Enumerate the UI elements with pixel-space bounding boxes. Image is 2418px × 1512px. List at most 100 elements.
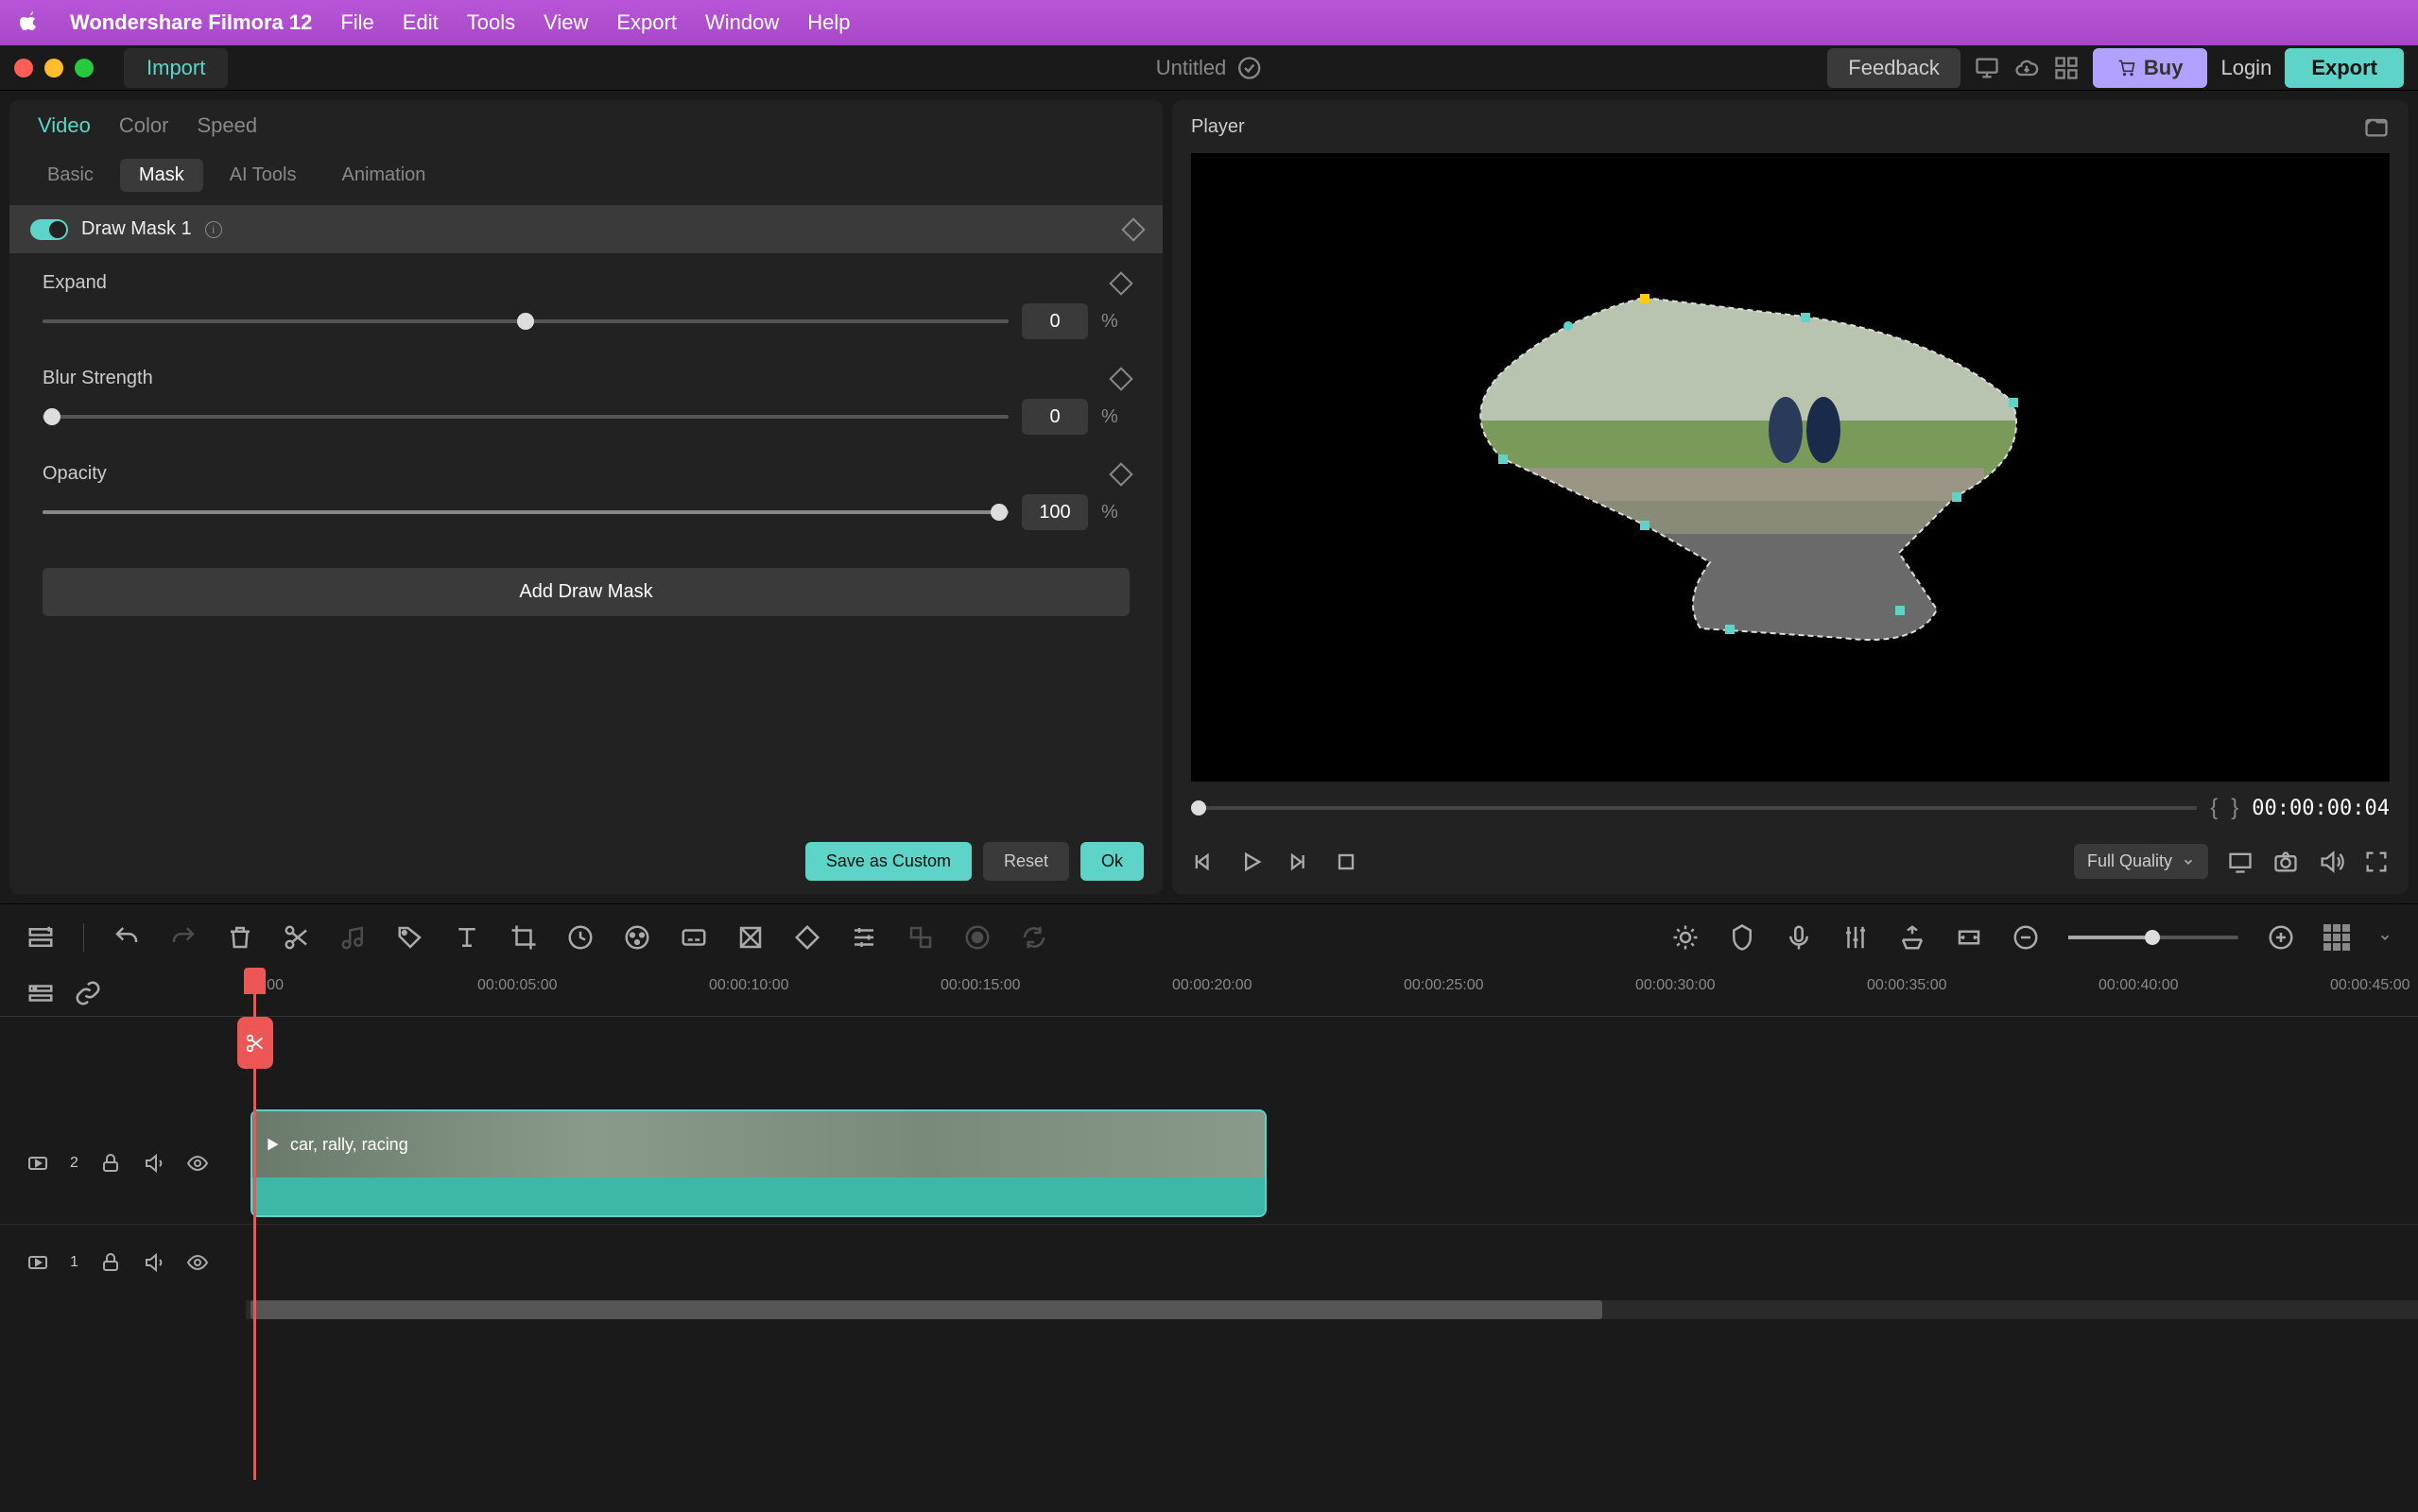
menu-tools[interactable]: Tools	[467, 10, 515, 35]
buy-button[interactable]: Buy	[2093, 48, 2208, 88]
mask-enable-toggle[interactable]	[30, 219, 68, 240]
cloud-icon[interactable]	[2013, 55, 2040, 81]
import-button[interactable]: Import	[124, 48, 228, 88]
blur-value[interactable]: 0	[1022, 399, 1088, 435]
zoom-out-icon[interactable]	[2012, 923, 2040, 952]
expand-value[interactable]: 0	[1022, 303, 1088, 339]
fullscreen-icon[interactable]	[2363, 849, 2390, 875]
login-button[interactable]: Login	[2220, 56, 2271, 80]
export-button[interactable]: Export	[2285, 48, 2404, 88]
subtab-basic[interactable]: Basic	[28, 159, 112, 192]
lock-icon[interactable]	[99, 1152, 122, 1175]
time-ruler[interactable]: 00:00 00:00:05:00 00:00:10:00 00:00:15:0…	[246, 970, 2418, 1016]
menu-export[interactable]: Export	[616, 10, 677, 35]
subtab-mask[interactable]: Mask	[120, 159, 203, 192]
save-custom-button[interactable]: Save as Custom	[805, 842, 972, 881]
render-icon[interactable]	[1898, 923, 1926, 952]
fit-icon[interactable]	[1955, 923, 1983, 952]
subtab-animation[interactable]: Animation	[322, 159, 444, 192]
group-icon[interactable]	[907, 923, 935, 952]
next-frame-icon[interactable]	[1286, 849, 1312, 875]
menu-view[interactable]: View	[544, 10, 588, 35]
scissors-icon[interactable]	[237, 1017, 273, 1069]
info-icon[interactable]: i	[205, 221, 222, 238]
visibility-icon[interactable]	[186, 1251, 209, 1274]
audio-detach-icon[interactable]	[339, 923, 368, 952]
chevron-down-icon[interactable]	[2378, 931, 2392, 944]
monitor-icon[interactable]	[1974, 55, 2000, 81]
playhead[interactable]	[253, 970, 256, 1480]
video-clip[interactable]: car, rally, racing	[250, 1109, 1267, 1217]
zoom-in-icon[interactable]	[2267, 923, 2295, 952]
mark-out-icon[interactable]: }	[2231, 795, 2238, 821]
opacity-value[interactable]: 100	[1022, 494, 1088, 530]
ok-button[interactable]: Ok	[1080, 842, 1144, 881]
record-icon[interactable]	[963, 923, 992, 952]
keyframe-icon[interactable]	[1109, 462, 1132, 486]
display-icon[interactable]	[2227, 849, 2254, 875]
timeline-scrollbar[interactable]	[246, 1300, 2418, 1319]
stop-icon[interactable]	[1333, 849, 1359, 875]
redo-icon[interactable]	[169, 923, 198, 952]
snapshot-icon[interactable]	[2363, 113, 2390, 140]
keyframe-icon[interactable]	[1121, 217, 1145, 241]
color-icon[interactable]	[623, 923, 651, 952]
adjust-icon[interactable]	[850, 923, 878, 952]
text-icon[interactable]	[453, 923, 481, 952]
mute-icon[interactable]	[143, 1251, 165, 1274]
opacity-slider[interactable]	[43, 510, 1009, 514]
expand-slider[interactable]	[43, 319, 1009, 323]
scrub-bar[interactable]	[1191, 806, 2197, 810]
marker-icon[interactable]	[1728, 923, 1756, 952]
speed-icon[interactable]	[566, 923, 595, 952]
split-icon[interactable]	[283, 923, 311, 952]
chroma-icon[interactable]	[736, 923, 765, 952]
mixer-icon[interactable]	[1841, 923, 1870, 952]
zoom-slider[interactable]	[2068, 936, 2238, 939]
thumbnail-size-icon[interactable]	[2323, 924, 2350, 951]
tab-color[interactable]: Color	[119, 113, 169, 138]
menu-file[interactable]: File	[340, 10, 373, 35]
sync-audio-icon[interactable]	[1020, 923, 1048, 952]
play-icon[interactable]	[1238, 849, 1265, 875]
undo-icon[interactable]	[112, 923, 141, 952]
tag-icon[interactable]	[396, 923, 424, 952]
crop-icon[interactable]	[510, 923, 538, 952]
keyframe-tool-icon[interactable]	[793, 923, 821, 952]
link-icon[interactable]	[74, 979, 102, 1007]
menu-window[interactable]: Window	[705, 10, 779, 35]
apple-icon[interactable]	[19, 11, 42, 34]
subtab-aitools[interactable]: AI Tools	[211, 159, 316, 192]
add-track-icon[interactable]	[26, 923, 55, 952]
maximize-window[interactable]	[75, 59, 94, 77]
mask-shape[interactable]	[1445, 288, 2031, 647]
mute-icon[interactable]	[143, 1152, 165, 1175]
minimize-window[interactable]	[44, 59, 63, 77]
mark-in-icon[interactable]: {	[2210, 795, 2218, 821]
delete-icon[interactable]	[226, 923, 254, 952]
tab-video[interactable]: Video	[38, 113, 91, 138]
lock-icon[interactable]	[99, 1251, 122, 1274]
caption-icon[interactable]	[680, 923, 708, 952]
app-name[interactable]: Wondershare Filmora 12	[70, 10, 312, 35]
reset-button[interactable]: Reset	[983, 842, 1069, 881]
preview-viewport[interactable]	[1191, 153, 2390, 782]
feedback-button[interactable]: Feedback	[1827, 48, 1960, 88]
mic-icon[interactable]	[1785, 923, 1813, 952]
tab-speed[interactable]: Speed	[197, 113, 257, 138]
timeline-settings-icon[interactable]	[26, 979, 55, 1007]
keyframe-icon[interactable]	[1109, 271, 1132, 295]
menu-help[interactable]: Help	[807, 10, 850, 35]
add-mask-button[interactable]: Add Draw Mask	[43, 568, 1130, 616]
prev-frame-icon[interactable]	[1191, 849, 1218, 875]
apps-icon[interactable]	[2053, 55, 2080, 81]
enhance-icon[interactable]	[1671, 923, 1700, 952]
volume-icon[interactable]	[2318, 849, 2344, 875]
blur-slider[interactable]	[43, 415, 1009, 419]
camera-icon[interactable]	[2272, 849, 2299, 875]
close-window[interactable]	[14, 59, 33, 77]
visibility-icon[interactable]	[186, 1152, 209, 1175]
quality-select[interactable]: Full Quality	[2074, 844, 2208, 879]
menu-edit[interactable]: Edit	[403, 10, 439, 35]
keyframe-icon[interactable]	[1109, 367, 1132, 390]
